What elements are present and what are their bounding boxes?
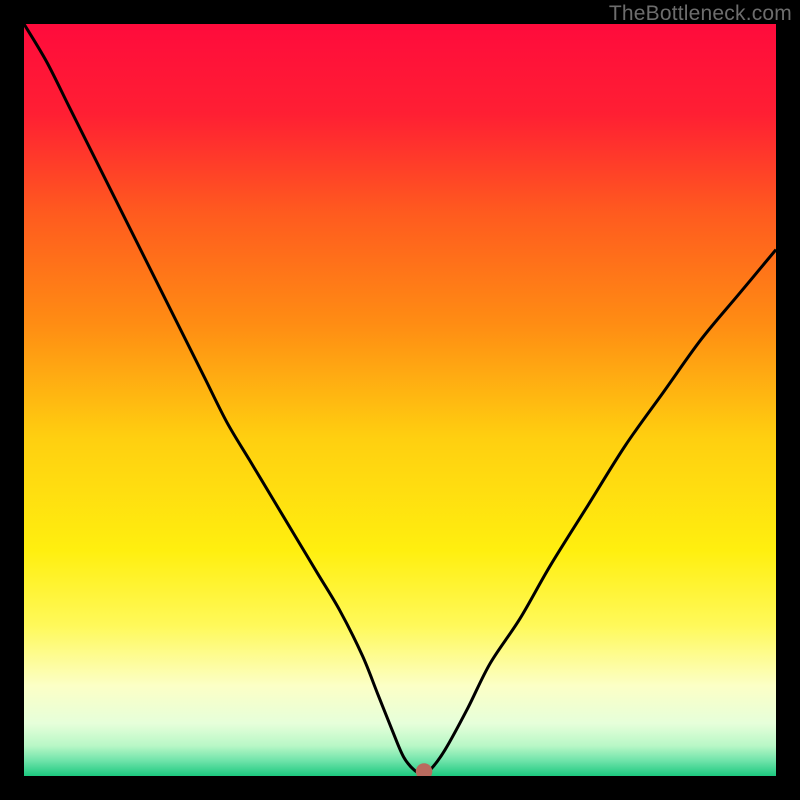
optimum-marker (416, 763, 433, 776)
chart-svg (24, 24, 776, 776)
frame: TheBottleneck.com (0, 0, 800, 800)
plot-area (24, 24, 776, 776)
bottleneck-curve (24, 24, 776, 773)
watermark-text: TheBottleneck.com (609, 2, 792, 26)
